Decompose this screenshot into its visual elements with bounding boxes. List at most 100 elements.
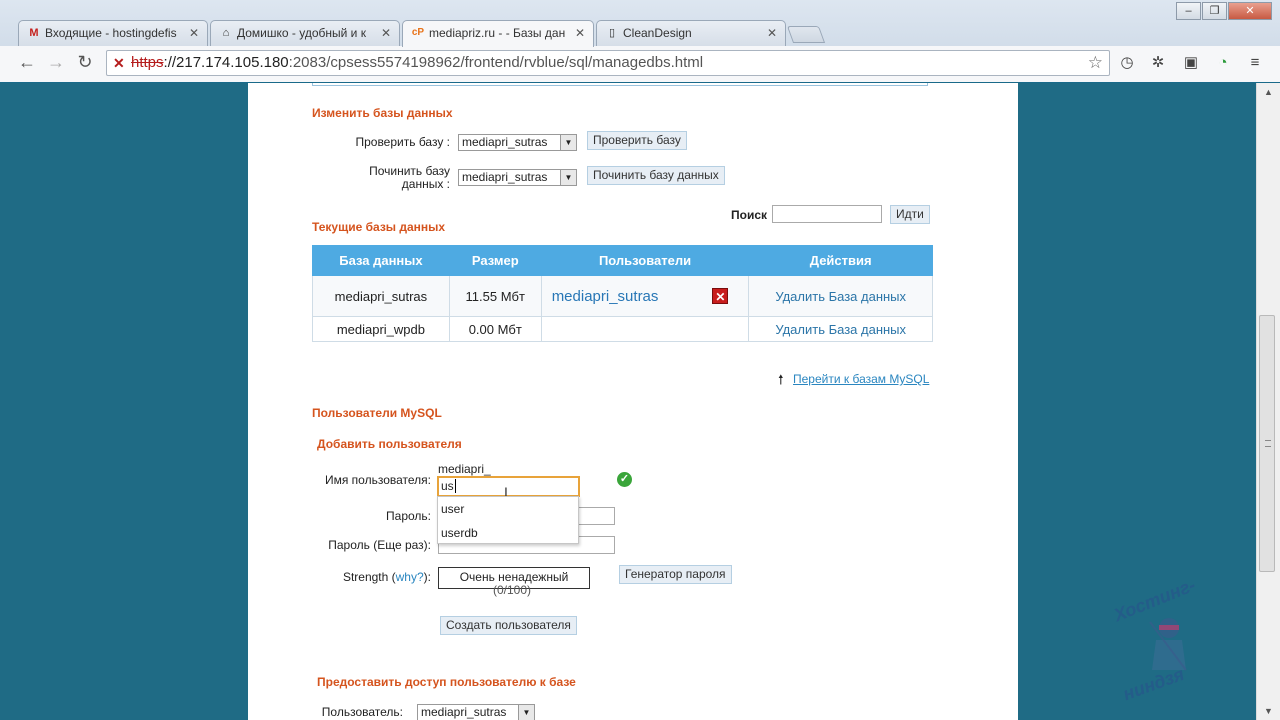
column-header: Пользователи xyxy=(540,245,750,276)
username-prefix: mediapri_ xyxy=(438,462,491,476)
db-size-cell: 0.00 Мбт xyxy=(448,316,542,342)
table-row: mediapri_wpdb 0.00 Мбт Удалить База данн… xyxy=(312,316,933,342)
window-close-button[interactable]: ✕ xyxy=(1228,2,1272,20)
databases-table: База данных Размер Пользователи Действия… xyxy=(312,245,933,342)
grant-user-select[interactable]: mediapri_sutras ▼ xyxy=(417,704,535,720)
current-dbs-title: Текущие базы данных xyxy=(312,220,446,234)
tab-label: Входящие - hostingdefis xyxy=(45,26,177,40)
reload-icon[interactable]: ↻ xyxy=(73,50,97,74)
db-users-cell: mediapri_sutras ✕ xyxy=(540,275,750,317)
create-user-button[interactable]: Создать пользователя xyxy=(440,616,577,635)
scroll-up-arrow-icon[interactable]: ▲ xyxy=(1264,87,1273,97)
repair-db-select[interactable]: mediapri_sutras ▼ xyxy=(458,169,577,186)
tab-label: Домишко - удобный и к xyxy=(237,26,366,40)
menu-icon[interactable]: ≡ xyxy=(1244,52,1266,74)
chevron-down-icon: ▼ xyxy=(560,170,576,185)
check-db-button[interactable]: Проверить базу xyxy=(587,131,687,150)
search-go-button[interactable]: Идти xyxy=(890,205,930,224)
tab-mediapriz[interactable]: cP mediapriz.ru - - Базы дан ✕ xyxy=(402,20,594,47)
url-path: :2083/cpsess5574198962/frontend/rvblue/s… xyxy=(288,54,704,71)
db-action-cell: Удалить База данных xyxy=(748,275,933,317)
tab-domishko[interactable]: ⌂ Домишко - удобный и к ✕ xyxy=(210,20,400,46)
tab-strip: M Входящие - hostingdefis ✕ ⌂ Домишко - … xyxy=(0,0,1280,47)
mysql-users-title: Пользователи MySQL xyxy=(312,406,442,420)
password-label: Пароль: xyxy=(386,509,431,523)
goto-databases-link[interactable]: Перейти к базам MySQL xyxy=(793,372,929,386)
house-icon: ⌂ xyxy=(222,27,230,39)
back-arrow-icon[interactable]: ← xyxy=(15,50,39,74)
search-label: Поиск xyxy=(731,208,768,222)
db-action-cell: Удалить База данных xyxy=(748,316,933,342)
chevron-down-icon: ▼ xyxy=(560,135,576,150)
password-repeat-label: Пароль (Еще раз): xyxy=(328,538,431,552)
hosting-ninja-watermark: Хостинг- ниндзя xyxy=(1108,575,1228,708)
grant-user-select-value: mediapri_sutras xyxy=(421,705,507,719)
check-db-select-value: mediapri_sutras xyxy=(462,135,548,149)
password-generator-button[interactable]: Генератор пароля xyxy=(619,565,732,584)
search-input[interactable] xyxy=(772,205,882,223)
repair-db-button[interactable]: Починить базу данных xyxy=(587,166,725,185)
delete-db-link[interactable]: Удалить База данных xyxy=(775,289,906,304)
browser-chrome: M Входящие - hostingdefis ✕ ⌂ Домишко - … xyxy=(0,0,1280,82)
scrollbar-thumb[interactable] xyxy=(1259,315,1275,572)
autocomplete-option[interactable]: user xyxy=(438,497,578,521)
check-db-select[interactable]: mediapri_sutras ▼ xyxy=(458,134,577,151)
bookmark-star-icon[interactable]: ☆ xyxy=(1088,51,1103,75)
autocomplete-dropdown: user userdb xyxy=(437,496,579,544)
scrollbar-grip xyxy=(1265,440,1271,447)
tab-gmail[interactable]: M Входящие - hostingdefis ✕ xyxy=(18,20,208,46)
db-user-link[interactable]: mediapri_sutras xyxy=(552,288,659,305)
page-viewport: Изменить базы данных Проверить базу : me… xyxy=(0,83,1256,720)
up-arrow-icon: 🠕 xyxy=(778,372,784,387)
close-tab-icon[interactable]: ✕ xyxy=(189,26,199,40)
strength-why-link[interactable]: why? xyxy=(396,570,424,584)
page-scrollbar[interactable]: ▲ ▼ xyxy=(1256,83,1280,720)
check-db-label: Проверить базу : xyxy=(355,135,450,149)
url-scheme: https xyxy=(131,54,164,71)
tab-label: mediapriz.ru - - Базы дан xyxy=(429,26,566,40)
ninja-figure-icon xyxy=(1149,618,1187,671)
previous-panel-border xyxy=(312,83,928,86)
folder-icon[interactable]: ▣ xyxy=(1180,52,1202,74)
delete-db-link[interactable]: Удалить База данных xyxy=(775,322,906,337)
tab-label: CleanDesign xyxy=(623,26,692,40)
cpanel-content: Изменить базы данных Проверить базу : me… xyxy=(248,83,1018,720)
column-header: База данных xyxy=(312,245,450,276)
grant-access-title: Предоставить доступ пользователю к базе xyxy=(317,675,576,689)
history-clock-icon[interactable]: ◷ xyxy=(1116,52,1138,74)
add-user-title: Добавить пользователя xyxy=(317,437,462,451)
column-header: Размер xyxy=(448,245,542,276)
insecure-lock-icon: ✕ xyxy=(113,55,125,71)
sync-icon[interactable]: ◔ xyxy=(1212,52,1234,74)
maximize-button[interactable]: ❐ xyxy=(1202,2,1227,20)
extension-puzzle-icon[interactable]: ✲ xyxy=(1147,52,1169,74)
close-tab-icon[interactable]: ✕ xyxy=(767,26,777,40)
modify-db-title: Изменить базы данных xyxy=(312,106,453,120)
tab-cleandesign[interactable]: ▯ CleanDesign ✕ xyxy=(596,20,786,46)
close-tab-icon[interactable]: ✕ xyxy=(381,26,391,40)
table-header-row: База данных Размер Пользователи Действия xyxy=(312,245,933,276)
db-name-cell: mediapri_wpdb xyxy=(312,316,450,342)
table-row: mediapri_sutras 11.55 Мбт mediapri_sutra… xyxy=(312,275,933,317)
db-users-cell xyxy=(540,316,750,342)
address-bar[interactable]: ✕ https://217.174.105.180:2083/cpsess557… xyxy=(106,50,1110,76)
close-tab-icon[interactable]: ✕ xyxy=(575,26,585,40)
forward-arrow-icon[interactable]: → xyxy=(44,50,68,74)
repair-db-label-line2: данных : xyxy=(401,177,450,191)
username-input-value: us xyxy=(441,479,454,493)
username-input[interactable]: us xyxy=(437,476,580,497)
scroll-down-arrow-icon[interactable]: ▼ xyxy=(1264,706,1273,716)
valid-check-icon: ✓ xyxy=(617,472,632,487)
username-label: Имя пользователя: xyxy=(324,473,431,487)
remove-user-icon[interactable]: ✕ xyxy=(712,287,729,304)
page-icon: ▯ xyxy=(608,27,616,39)
autocomplete-option[interactable]: userdb xyxy=(438,521,578,545)
strength-label-text: Strength ( xyxy=(342,570,396,584)
cpanel-icon: cP xyxy=(411,27,425,38)
strength-score: (0/100) xyxy=(493,583,532,597)
gmail-icon: M xyxy=(29,27,39,39)
minimize-button[interactable]: – xyxy=(1176,2,1201,20)
new-tab-button[interactable] xyxy=(786,26,826,43)
chevron-down-icon: ▼ xyxy=(518,705,534,720)
strength-label: Strength (why?): xyxy=(288,570,431,584)
